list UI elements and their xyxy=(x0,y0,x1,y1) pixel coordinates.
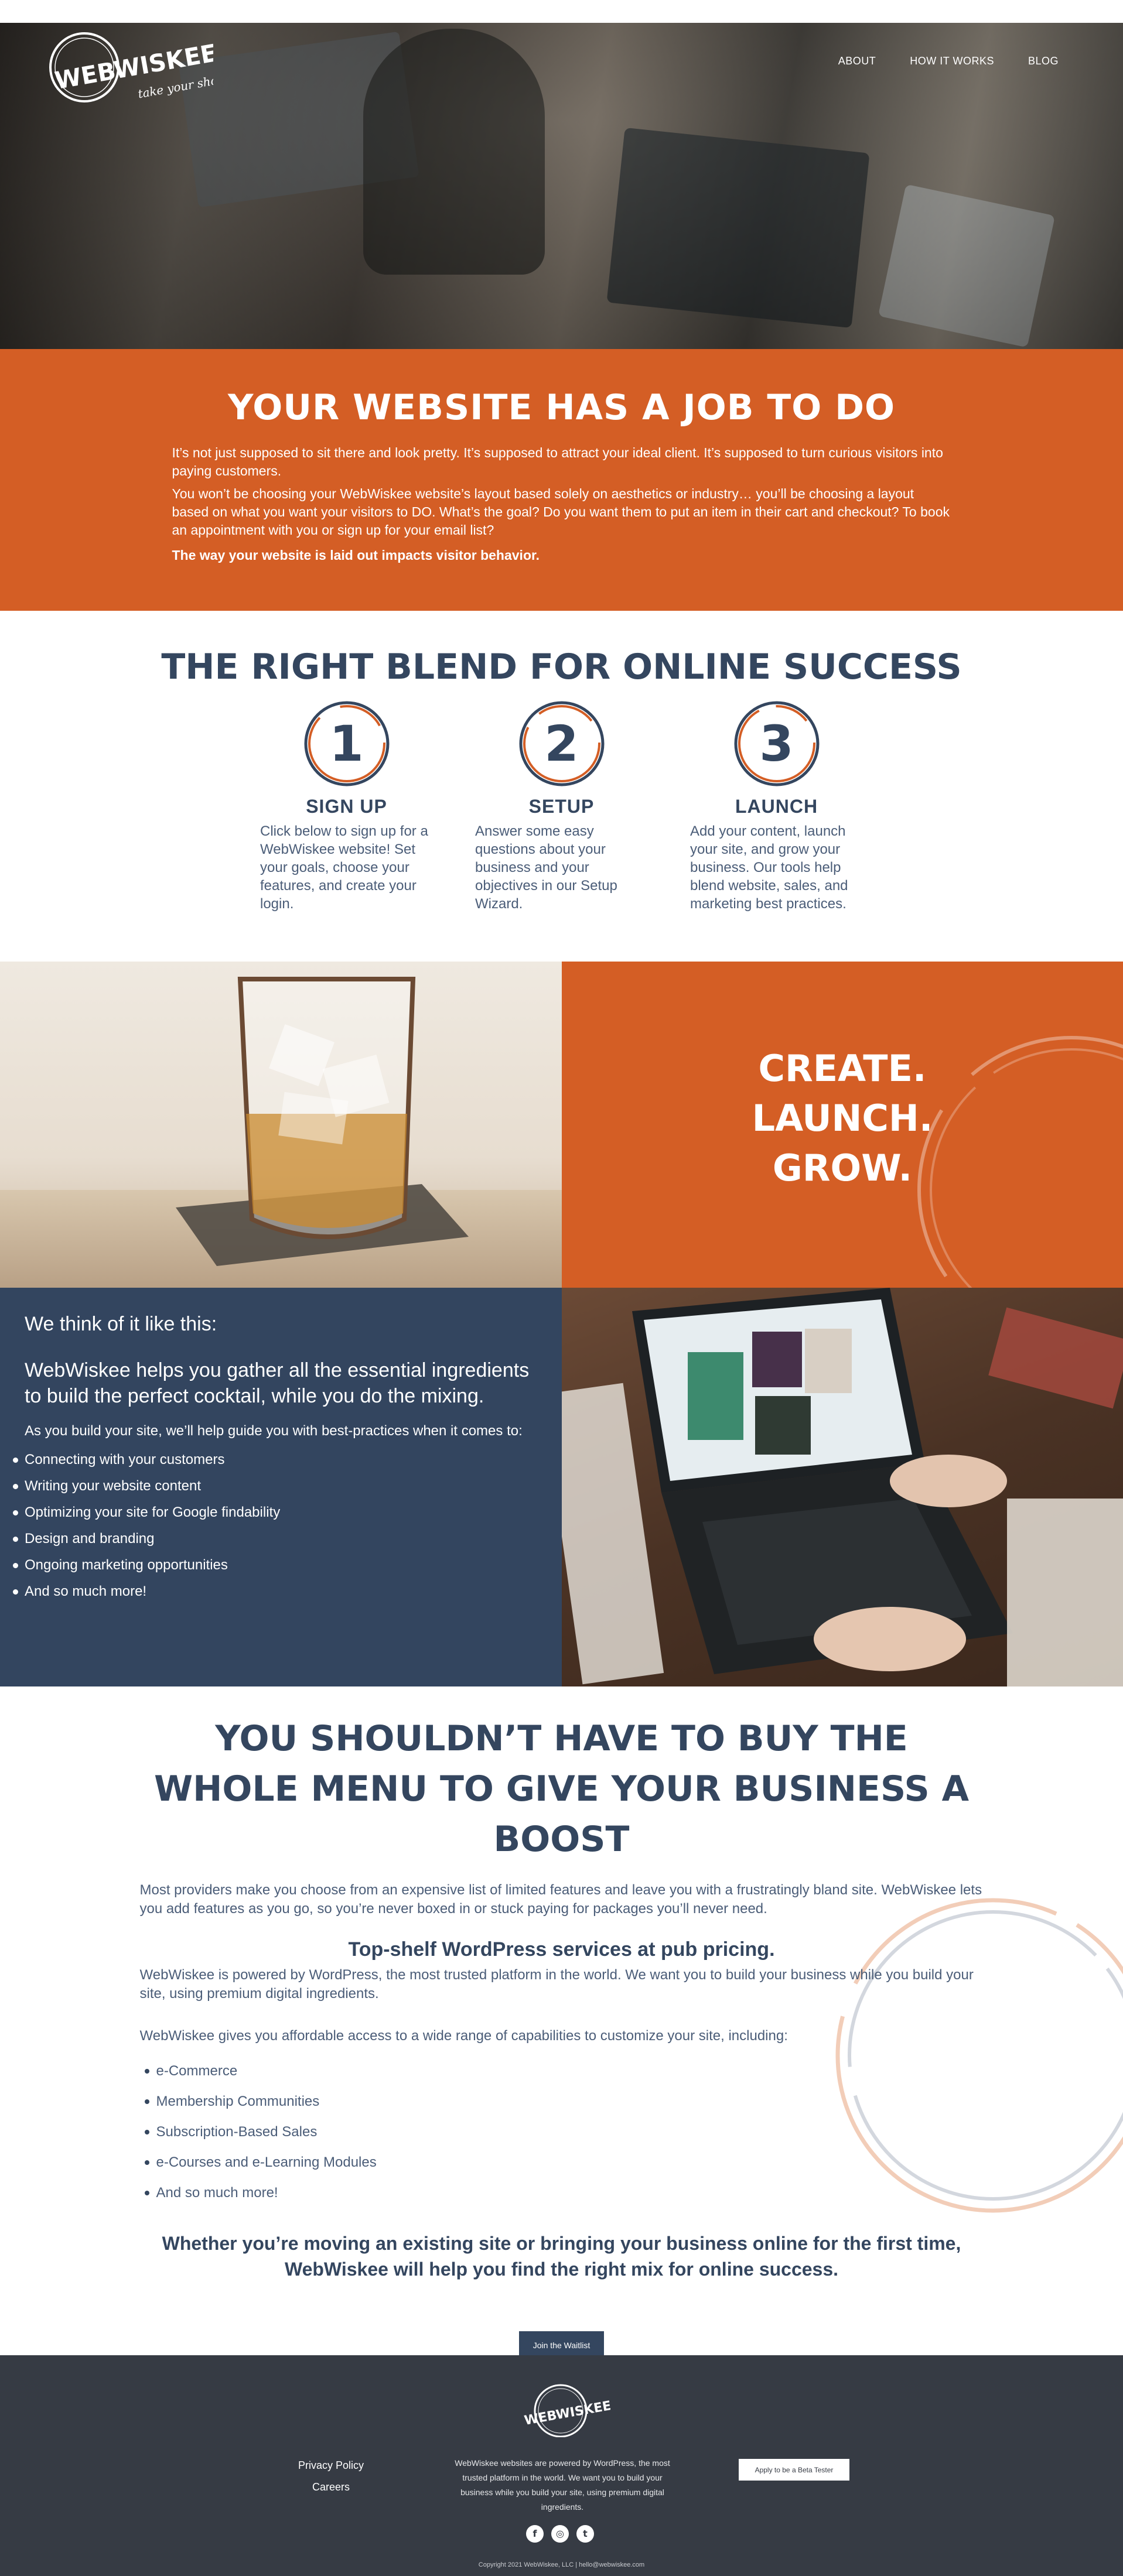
copyright: Copyright 2021 WebWiskee, LLC | hello@we… xyxy=(478,2561,645,2568)
whiskey-glass-icon xyxy=(176,977,469,1266)
create-launch-grow-text: CREATE. LAUNCH. GROW. xyxy=(562,1044,1123,1193)
step-text: Answer some easy questions about your bu… xyxy=(475,823,617,912)
job-paragraph-1: It’s not just supposed to sit there and … xyxy=(172,445,943,478)
step-number: 2 xyxy=(544,715,579,772)
footer-links: Privacy Policy Careers xyxy=(287,2455,375,2498)
menu-paragraph-1: Most providers make you choose from an e… xyxy=(139,1882,982,1917)
join-waitlist-button[interactable]: Join the Waitlist xyxy=(519,2331,604,2355)
blend-title: THE RIGHT BLEND FOR ONLINE SUCCESS xyxy=(161,646,962,687)
menu-paragraph-3: WebWiskee gives you affordable access to… xyxy=(139,2028,788,2044)
list-item: Design and branding xyxy=(13,1525,562,1552)
word-create: CREATE. xyxy=(758,1047,927,1090)
create-launch-grow-panel: CREATE. LAUNCH. GROW. xyxy=(562,962,1123,1288)
menu-paragraph-2: WebWiskee is powered by WordPress, the m… xyxy=(139,1967,974,2002)
twitter-icon[interactable]: t xyxy=(576,2525,594,2543)
job-section: YOUR WEBSITE HAS A JOB TO DO It’s not ju… xyxy=(0,349,1123,611)
word-grow: GROW. xyxy=(772,1147,913,1189)
whiskey-glass-image xyxy=(0,962,562,1288)
cocktail-intro: As you build your site, we’ll help guide… xyxy=(25,1423,523,1439)
nav-about[interactable]: ABOUT xyxy=(838,55,876,67)
step-number-circle: 2 xyxy=(518,700,606,788)
step-number-circle: 1 xyxy=(303,700,391,788)
list-item: Subscription-Based Sales xyxy=(144,2117,984,2147)
create-section: CREATE. LAUNCH. GROW. xyxy=(0,962,1123,1288)
step-number: 3 xyxy=(759,715,794,772)
step-title: SETUP xyxy=(528,796,595,817)
step-text: Add your content, launch your site, and … xyxy=(690,823,848,912)
social-links: f ◎ t xyxy=(526,2525,594,2543)
job-paragraph-3: The way your website is laid out impacts… xyxy=(172,548,540,563)
best-practices-list: Connecting with your customers Writing y… xyxy=(13,1446,562,1605)
step-sign-up: 1 SIGN UP Click below to sign up for a W… xyxy=(260,700,433,913)
list-item: Optimizing your site for Google findabil… xyxy=(13,1499,562,1525)
list-item: e-Commerce xyxy=(144,2056,984,2086)
menu-closing: Whether you’re moving an existing site o… xyxy=(162,2233,961,2280)
footer-about: WebWiskee websites are powered by WordPr… xyxy=(455,2458,670,2512)
list-item: Membership Communities xyxy=(144,2086,984,2117)
job-title: YOUR WEBSITE HAS A JOB TO DO xyxy=(227,387,896,428)
cocktail-lead: We think of it like this: xyxy=(25,1313,217,1335)
step-text: Click below to sign up for a WebWiskee w… xyxy=(260,823,428,912)
capabilities-list: e-Commerce Membership Communities Subscr… xyxy=(144,2056,984,2208)
step-title: SIGN UP xyxy=(306,796,387,817)
list-item: And so much more! xyxy=(13,1578,562,1605)
privacy-policy-link[interactable]: Privacy Policy xyxy=(287,2455,375,2476)
logo-badge-icon: WEBWISKEE xyxy=(523,2384,612,2438)
step-title: LAUNCH xyxy=(735,796,818,817)
list-item: Writing your website content xyxy=(13,1473,562,1499)
main-nav: ABOUT HOW IT WORKS BLOG xyxy=(838,55,1059,67)
nav-blog[interactable]: BLOG xyxy=(1028,55,1059,67)
menu-subtitle: Top-shelf WordPress services at pub pric… xyxy=(348,1938,775,1961)
laptop-photo xyxy=(562,1288,1123,1686)
list-item: Ongoing marketing opportunities xyxy=(13,1552,562,1578)
job-body: It’s not just supposed to sit there and … xyxy=(172,444,951,565)
footer: WEBWISKEE Privacy Policy Careers WebWisk… xyxy=(0,2355,1123,2576)
instagram-icon[interactable]: ◎ xyxy=(551,2525,569,2543)
word-launch: LAUNCH. xyxy=(752,1097,933,1140)
beta-tester-button[interactable]: Apply to be a Beta Tester xyxy=(739,2459,849,2481)
cocktail-section: We think of it like this: WebWiskee help… xyxy=(0,1288,1123,1686)
cocktail-text-panel: We think of it like this: WebWiskee help… xyxy=(0,1288,562,1686)
step-setup: 2 SETUP Answer some easy questions about… xyxy=(475,700,648,913)
header-logo[interactable]: WEBWISKEE take your shot xyxy=(49,28,224,104)
steps-list: 1 SIGN UP Click below to sign up for a W… xyxy=(0,700,1123,913)
cocktail-headline: WebWiskee helps you gather all the essen… xyxy=(25,1359,530,1407)
step-launch: 3 LAUNCH Add your content, launch your s… xyxy=(690,700,863,913)
hero-banner: WEBWISKEE take your shot ABOUT HOW IT WO… xyxy=(0,23,1123,349)
menu-content: Most providers make you choose from an e… xyxy=(140,1881,984,2208)
facebook-icon[interactable]: f xyxy=(526,2525,544,2543)
step-number: 1 xyxy=(329,715,364,772)
step-number-circle: 3 xyxy=(733,700,821,788)
menu-title: YOU SHOULDN’T HAVE TO BUY THE WHOLE MENU… xyxy=(153,1718,970,1860)
careers-link[interactable]: Careers xyxy=(287,2476,375,2498)
footer-logo[interactable]: WEBWISKEE xyxy=(511,2379,612,2438)
blend-section: THE RIGHT BLEND FOR ONLINE SUCCESS 1 SIG… xyxy=(0,611,1123,962)
list-item: e-Courses and e-Learning Modules xyxy=(144,2147,984,2178)
laptop-icon xyxy=(562,1288,1123,1686)
menu-section: YOU SHOULDN’T HAVE TO BUY THE WHOLE MENU… xyxy=(0,1686,1123,2355)
job-paragraph-2: You won’t be choosing your WebWiskee web… xyxy=(172,486,950,538)
list-item: And so much more! xyxy=(144,2178,984,2208)
logo-badge-icon: WEBWISKEE take your shot xyxy=(49,32,224,102)
list-item: Connecting with your customers xyxy=(13,1446,562,1473)
nav-how-it-works[interactable]: HOW IT WORKS xyxy=(910,55,994,67)
top-whitespace xyxy=(0,0,1123,23)
